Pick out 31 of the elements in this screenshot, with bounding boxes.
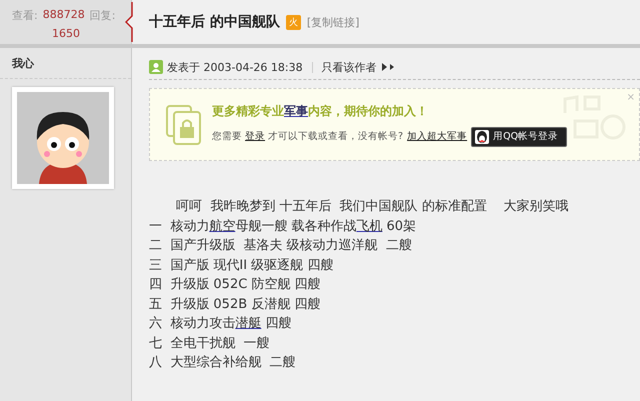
views-label: 查看: xyxy=(12,8,38,23)
qq-login-button[interactable]: 用QQ帐号登录 xyxy=(471,126,568,146)
keyword-link[interactable]: 飞机 xyxy=(356,218,382,234)
post-line: 八 大型综合补给舰 二艘 xyxy=(149,354,296,372)
only-author-link[interactable]: 只看该作者 xyxy=(322,60,377,74)
post-line: 三 国产版 现代II 级驱逐舰 四艘 xyxy=(149,256,334,274)
register-link[interactable]: 加入超大军事 xyxy=(407,130,468,143)
post-line: 六 核动力攻击潜艇 四艘 xyxy=(149,315,292,333)
replies-label: 回复: xyxy=(90,8,116,23)
post-line: 一 核动力航空母舰一艘 载各种作战飞机 60架 xyxy=(149,218,416,236)
keyword-link[interactable]: 航空 xyxy=(209,218,236,234)
lock-document-icon xyxy=(166,104,202,144)
author-name[interactable]: 我心 xyxy=(0,56,131,79)
thread-title: 十五年后 的中国舰队 xyxy=(149,13,280,31)
banner-heading: 更多精彩专业军事内容，期待你的加入！ xyxy=(212,102,429,120)
login-prompt: 您需要 登录 才可以下载或查看，没有帐号? xyxy=(212,130,404,143)
arrow-icon[interactable] xyxy=(380,62,395,72)
post-date: 发表于 2003-04-26 18:38 xyxy=(167,60,303,74)
military-link[interactable]: 军事 xyxy=(284,104,308,118)
penguin-icon xyxy=(475,130,490,144)
login-link[interactable]: 登录 xyxy=(245,131,266,142)
views-count: 888728 xyxy=(42,8,85,23)
post-line: 呵呵 我昨晚梦到 十五年后 我们中国舰队 的标准配置 大家别笑哦 xyxy=(175,198,568,216)
hot-badge: 火 xyxy=(286,14,301,30)
post-line: 四 升级版 052C 防空舰 四艘 xyxy=(149,276,321,294)
post-line: 五 升级版 052B 反潜舰 四艘 xyxy=(149,296,320,314)
post-line: 二 国产升级版 基洛夫 级核动力巡洋舰 二艘 xyxy=(149,237,412,255)
replies-count: 1650 xyxy=(52,27,80,40)
user-icon xyxy=(149,60,163,74)
keyword-link[interactable]: 潜艇 xyxy=(235,316,262,331)
post-line: 七 全电干扰舰 一艘 xyxy=(149,334,270,352)
